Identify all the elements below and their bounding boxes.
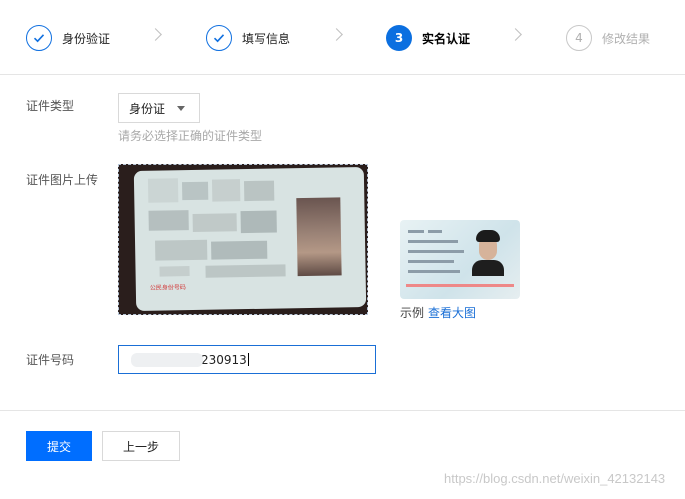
id-number-label: 证件号码 bbox=[26, 353, 75, 367]
sample-id-card-image[interactable] bbox=[400, 220, 520, 299]
divider bbox=[0, 410, 685, 411]
text-cursor bbox=[247, 353, 249, 366]
card-photo bbox=[296, 197, 342, 277]
caret-down-icon bbox=[177, 106, 185, 111]
step-fill-info: 填写信息 bbox=[206, 24, 290, 52]
view-large-image-link[interactable]: 查看大图 bbox=[428, 306, 476, 320]
watermark: https://blog.csdn.net/weixin_42132143 bbox=[444, 471, 666, 486]
id-number-input[interactable]: 230913 bbox=[118, 345, 376, 374]
step-label: 身份验证 bbox=[62, 31, 111, 46]
id-type-label: 证件类型 bbox=[26, 99, 75, 113]
id-image-upload[interactable]: 公民身份号码 bbox=[118, 164, 368, 315]
chevron-right-icon bbox=[330, 28, 343, 41]
check-icon bbox=[206, 25, 232, 51]
step-number: 4 bbox=[566, 25, 592, 51]
steps-bar: 身份验证 填写信息 3 实名认证 4 修改结果 bbox=[0, 0, 685, 75]
step-label: 填写信息 bbox=[242, 31, 291, 46]
step-number: 3 bbox=[386, 25, 412, 51]
check-icon bbox=[26, 25, 52, 51]
id-type-select[interactable]: 身份证 bbox=[118, 93, 200, 123]
id-number-visible-value: 230913 bbox=[201, 352, 247, 367]
card-number-label: 公民身份号码 bbox=[149, 284, 186, 292]
sample-caption: 示例 查看大图 bbox=[400, 304, 476, 321]
step-result: 4 修改结果 bbox=[566, 24, 650, 52]
step-label: 修改结果 bbox=[602, 31, 651, 46]
id-type-hint: 请务必选择正确的证件类型 bbox=[118, 129, 263, 143]
submit-button[interactable]: 提交 bbox=[26, 431, 92, 461]
back-button[interactable]: 上一步 bbox=[102, 431, 180, 461]
chevron-right-icon bbox=[149, 28, 162, 41]
step-identity-verification: 身份验证 bbox=[26, 24, 110, 52]
chevron-right-icon bbox=[509, 28, 522, 41]
uploaded-id-card-image: 公民身份号码 bbox=[133, 167, 367, 311]
id-type-value: 身份证 bbox=[129, 101, 166, 116]
sample-portrait bbox=[472, 230, 504, 276]
step-label: 实名认证 bbox=[422, 31, 471, 46]
step-real-name-auth: 3 实名认证 bbox=[386, 24, 470, 52]
sample-label: 示例 bbox=[400, 306, 425, 320]
redacted-digits bbox=[131, 353, 203, 367]
id-image-label: 证件图片上传 bbox=[26, 173, 99, 187]
